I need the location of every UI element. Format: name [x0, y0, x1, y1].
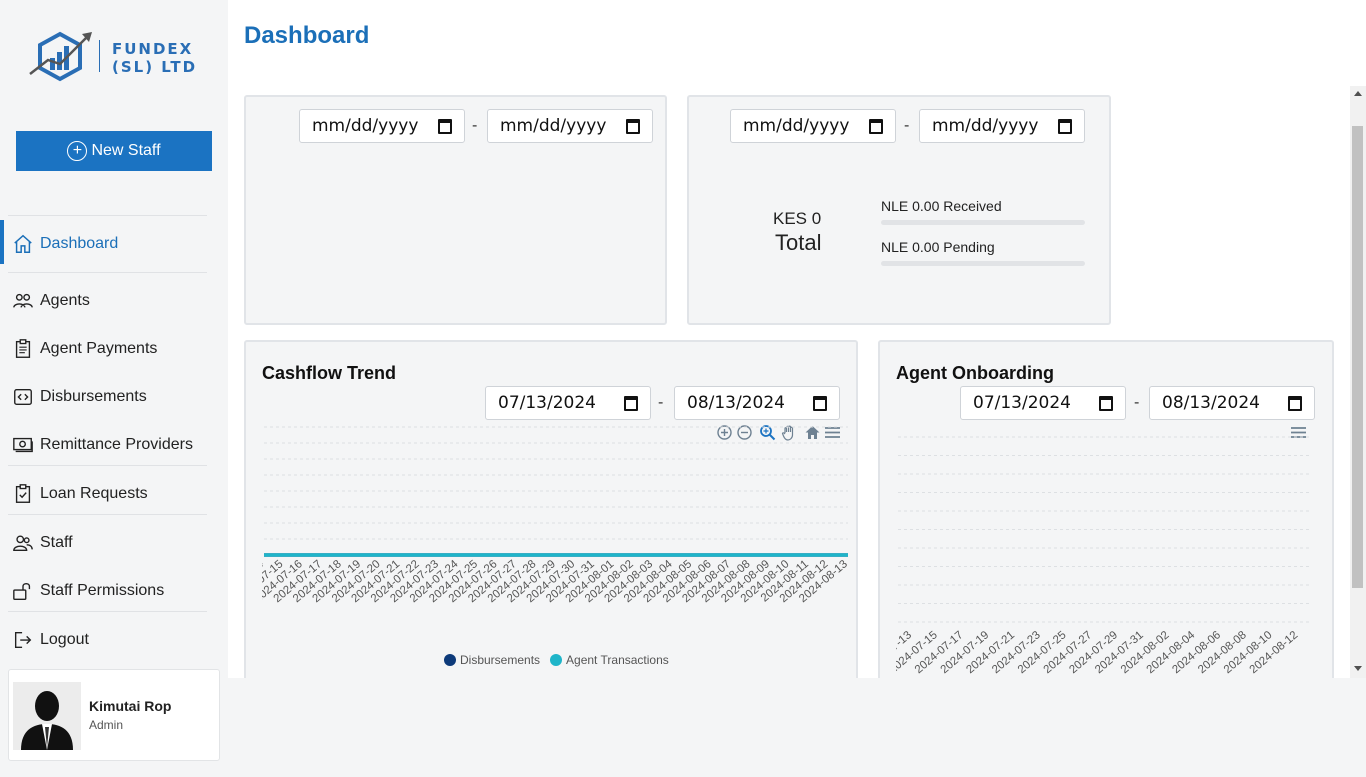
- company-name: FUNDEX (SL) LTD: [112, 40, 197, 76]
- date-range-separator: -: [904, 117, 910, 134]
- onboarding-start-date-input[interactable]: 07/13/2024: [960, 386, 1126, 420]
- nav-divider: [8, 611, 207, 612]
- plus-circle-icon: +: [67, 141, 88, 161]
- chart-legend: Disbursements Agent Transactions: [444, 653, 669, 667]
- new-staff-label: New Staff: [91, 142, 161, 159]
- date-placeholder: mm/dd/yyyy: [743, 116, 850, 136]
- date-placeholder: mm/dd/yyyy: [500, 116, 607, 136]
- date-placeholder: mm/dd/yyyy: [932, 116, 1039, 136]
- page-title: Dashboard: [244, 22, 370, 49]
- legend-label-disbursements[interactable]: Disbursements: [460, 653, 540, 667]
- unlock-icon: [13, 582, 31, 600]
- cash-icon: [13, 437, 33, 453]
- logout-icon: [14, 631, 32, 649]
- cashflow-start-date-input[interactable]: 07/13/2024: [485, 386, 651, 420]
- sidebar-item-agent-payments[interactable]: Agent Payments: [0, 329, 210, 369]
- company-name-line1: FUNDEX: [112, 40, 194, 58]
- code-square-icon: [14, 388, 32, 406]
- date-placeholder: mm/dd/yyyy: [312, 116, 419, 136]
- date-range-separator: -: [1134, 394, 1140, 411]
- sidebar-item-label: Agents: [40, 292, 90, 309]
- nav-divider: [8, 272, 207, 273]
- calendar-icon[interactable]: [1099, 396, 1113, 411]
- calendar-icon[interactable]: [626, 119, 640, 134]
- calendar-icon[interactable]: [1058, 119, 1072, 134]
- nav-divider: [8, 215, 207, 216]
- onboarding-end-date-input[interactable]: 08/13/2024: [1149, 386, 1315, 420]
- legend-label-agent-transactions[interactable]: Agent Transactions: [566, 653, 669, 667]
- new-staff-button[interactable]: + New Staff: [16, 131, 212, 171]
- received-amount: NLE 0.00 Received: [881, 198, 1002, 214]
- pending-amount: NLE 0.00 Pending: [881, 239, 995, 255]
- home-icon: [14, 234, 32, 253]
- scroll-up-arrow-icon[interactable]: [1354, 91, 1362, 96]
- sidebar-item-staff-permissions[interactable]: Staff Permissions: [0, 571, 210, 611]
- logo-separator: [99, 40, 100, 72]
- sidebar-item-label: Logout: [40, 631, 89, 648]
- chart-title: Cashflow Trend: [262, 363, 397, 383]
- received-progress-bar: [881, 220, 1085, 225]
- sidebar-item-label: Agent Payments: [40, 340, 158, 357]
- chart-title: Agent Onboarding: [896, 363, 1054, 383]
- logo-mark-icon: [29, 31, 92, 82]
- summary-card-2: mm/dd/yyyy - mm/dd/yyyy KES 0 Total NLE …: [687, 95, 1111, 325]
- sidebar-item-label: Staff Permissions: [40, 582, 165, 599]
- user-profile-card[interactable]: Kimutai Rop Admin: [8, 669, 220, 761]
- start-date-input[interactable]: mm/dd/yyyy: [730, 109, 896, 143]
- agent-onboarding-chart: 2024-07-132024-07-152024-07-172024-07-19…: [896, 436, 1310, 676]
- scrollbar-thumb[interactable]: [1352, 126, 1363, 588]
- end-date-input[interactable]: mm/dd/yyyy: [919, 109, 1085, 143]
- sidebar-item-agents[interactable]: Agents: [0, 281, 210, 321]
- user-role: Admin: [89, 718, 124, 732]
- clipboard-check-icon: [15, 484, 31, 503]
- sidebar-item-dashboard[interactable]: Dashboard: [0, 220, 210, 264]
- date-range-separator: -: [658, 394, 664, 411]
- agent-onboarding-card: Agent Onboarding 07/13/2024 - 08/13/2024…: [878, 340, 1334, 678]
- total-amount: KES 0: [773, 209, 822, 228]
- date-value: 08/13/2024: [1162, 393, 1260, 413]
- sidebar-item-disbursements[interactable]: Disbursements: [0, 377, 210, 417]
- sidebar-item-label: Loan Requests: [40, 485, 148, 502]
- nav-divider: [8, 465, 207, 466]
- pending-progress-bar: [881, 261, 1085, 266]
- sidebar-item-loan-requests[interactable]: Loan Requests: [0, 474, 210, 514]
- users-icon: [13, 293, 33, 308]
- main-content: Dashboard mm/dd/yyyy - mm/dd/yyyy mm/dd/…: [228, 0, 1366, 678]
- sidebar-item-remittance-providers[interactable]: Remittance Providers: [0, 425, 210, 465]
- end-date-input[interactable]: mm/dd/yyyy: [487, 109, 653, 143]
- sidebar-item-label: Remittance Providers: [40, 436, 193, 453]
- legend-marker-agent-transactions: [550, 654, 563, 666]
- date-value: 07/13/2024: [973, 393, 1071, 413]
- total-label: Total: [775, 230, 822, 255]
- people-icon: [13, 535, 33, 552]
- sidebar-item-logout[interactable]: Logout: [0, 620, 210, 660]
- sidebar-item-label: Dashboard: [40, 235, 119, 252]
- page-scrollbar[interactable]: [1350, 86, 1366, 678]
- user-silhouette-icon: [13, 682, 81, 750]
- calendar-icon[interactable]: [813, 396, 827, 411]
- sidebar: FUNDEX (SL) LTD + New Staff Dashboard Ag…: [0, 0, 228, 777]
- date-range-separator: -: [472, 117, 478, 134]
- date-value: 07/13/2024: [498, 393, 596, 413]
- calendar-icon[interactable]: [438, 119, 452, 134]
- scroll-down-arrow-icon[interactable]: [1354, 666, 1362, 671]
- cashflow-trend-card: Cashflow Trend 07/13/2024 - 08/13/2024 2…: [244, 340, 858, 678]
- nav-divider: [8, 514, 207, 515]
- company-name-line2: (SL) LTD: [112, 58, 198, 76]
- avatar: [13, 682, 81, 750]
- cashflow-chart: 2024-07-142024-07-152024-07-162024-07-17…: [262, 426, 850, 605]
- legend-marker-disbursements: [444, 654, 456, 666]
- date-value: 08/13/2024: [687, 393, 785, 413]
- sidebar-item-label: Disbursements: [40, 388, 147, 405]
- sidebar-item-staff[interactable]: Staff: [0, 523, 210, 563]
- calendar-icon[interactable]: [869, 119, 883, 134]
- start-date-input[interactable]: mm/dd/yyyy: [299, 109, 465, 143]
- calendar-icon[interactable]: [624, 396, 638, 411]
- cashflow-end-date-input[interactable]: 08/13/2024: [674, 386, 840, 420]
- clipboard-icon: [15, 339, 31, 358]
- sidebar-item-label: Staff: [40, 534, 73, 551]
- summary-card-1: mm/dd/yyyy - mm/dd/yyyy: [244, 95, 667, 325]
- calendar-icon[interactable]: [1288, 396, 1302, 411]
- user-name: Kimutai Rop: [89, 698, 172, 714]
